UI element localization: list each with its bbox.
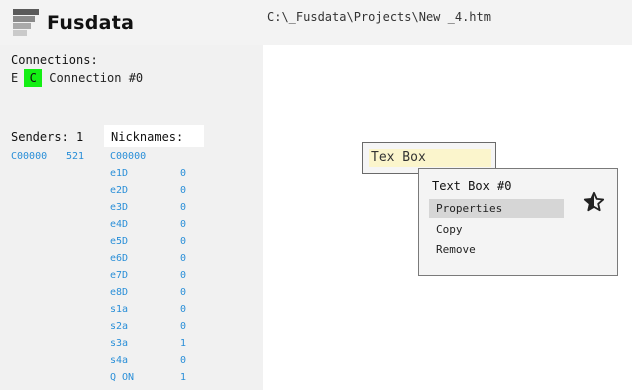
nickname-value: 0 — [180, 287, 187, 298]
app-title: Fusdata — [47, 12, 135, 34]
context-menu: Text Box #0 Properties Copy Remove — [418, 168, 618, 276]
sender-id[interactable]: C00000 — [11, 151, 47, 162]
connection-e-toggle[interactable]: E — [11, 71, 18, 85]
nickname-name[interactable]: e8D — [110, 287, 128, 298]
nickname-value: 0 — [180, 304, 187, 315]
nickname-value: 0 — [180, 219, 187, 230]
nickname-title-row[interactable]: C00000 — [110, 151, 210, 168]
nickname-value: 0 — [180, 202, 187, 213]
nickname-value: 0 — [180, 253, 187, 264]
nickname-name[interactable]: e1D — [110, 168, 128, 179]
nickname-row[interactable]: e2D 0 — [110, 185, 210, 202]
nickname-value: 0 — [180, 355, 187, 366]
nickname-name[interactable]: e7D — [110, 270, 128, 281]
senders-header: Senders: 1 — [11, 130, 84, 144]
nickname-name[interactable]: e5D — [110, 236, 128, 247]
menu-item-copy[interactable]: Copy — [429, 220, 564, 239]
context-menu-title: Text Box #0 — [432, 179, 512, 193]
nickname-row[interactable]: s2a 0 — [110, 321, 210, 338]
nickname-row[interactable]: e4D 0 — [110, 219, 210, 236]
nickname-name[interactable]: e2D — [110, 185, 128, 196]
star-half-icon[interactable] — [583, 191, 605, 213]
text-box-content[interactable]: Tex Box — [369, 149, 491, 167]
nickname-name[interactable]: s1a — [110, 304, 128, 315]
header-bar: Fusdata C:\_Fusdata\Projects\New _4.htm — [0, 0, 632, 45]
nickname-value: 0 — [180, 270, 187, 281]
nickname-value: 0 — [180, 168, 187, 179]
nickname-row[interactable]: e8D 0 — [110, 287, 210, 304]
connection-name[interactable]: Connection #0 — [49, 71, 143, 85]
nickname-row[interactable]: s3a 1 — [110, 338, 210, 355]
nickname-row[interactable]: Q ON 1 — [110, 372, 210, 389]
nickname-name[interactable]: s4a — [110, 355, 128, 366]
nickname-name[interactable]: e4D — [110, 219, 128, 230]
nickname-name[interactable]: s2a — [110, 321, 128, 332]
sender-count: 521 — [66, 151, 85, 162]
nickname-row[interactable]: e1D 0 — [110, 168, 210, 185]
nickname-row[interactable]: e3D 0 — [110, 202, 210, 219]
nickname-value: 1 — [180, 338, 187, 349]
connection-row[interactable]: E C Connection #0 — [11, 69, 143, 87]
nickname-name[interactable]: Q ON — [110, 372, 134, 383]
nickname-row[interactable]: e7D 0 — [110, 270, 210, 287]
nickname-value: 0 — [180, 321, 187, 332]
nickname-row[interactable]: s1a 0 — [110, 304, 210, 321]
menu-item-properties[interactable]: Properties — [429, 199, 564, 218]
nicknames-header: Nicknames: — [111, 130, 184, 144]
nickname-name[interactable]: e3D — [110, 202, 128, 213]
nickname-title[interactable]: C00000 — [110, 151, 146, 162]
connection-c-status[interactable]: C — [24, 69, 43, 87]
nickname-name[interactable]: e6D — [110, 253, 128, 264]
connections-heading: Connections: — [11, 53, 98, 67]
nickname-value: 0 — [180, 185, 187, 196]
nickname-value: 0 — [180, 236, 187, 247]
nickname-row[interactable]: s4a 0 — [110, 355, 210, 372]
nickname-name[interactable]: s3a — [110, 338, 128, 349]
menu-item-remove[interactable]: Remove — [429, 240, 564, 259]
file-path: C:\_Fusdata\Projects\New _4.htm — [267, 10, 491, 24]
nickname-row[interactable]: e6D 0 — [110, 253, 210, 270]
nickname-value: 1 — [180, 372, 187, 383]
nickname-list: C00000 e1D 0 e2D 0 e3D 0 e4D 0 e5D 0 e6D 0 e7D… — [110, 151, 210, 389]
logo-icon — [13, 9, 39, 37]
nickname-row[interactable]: e5D 0 — [110, 236, 210, 253]
